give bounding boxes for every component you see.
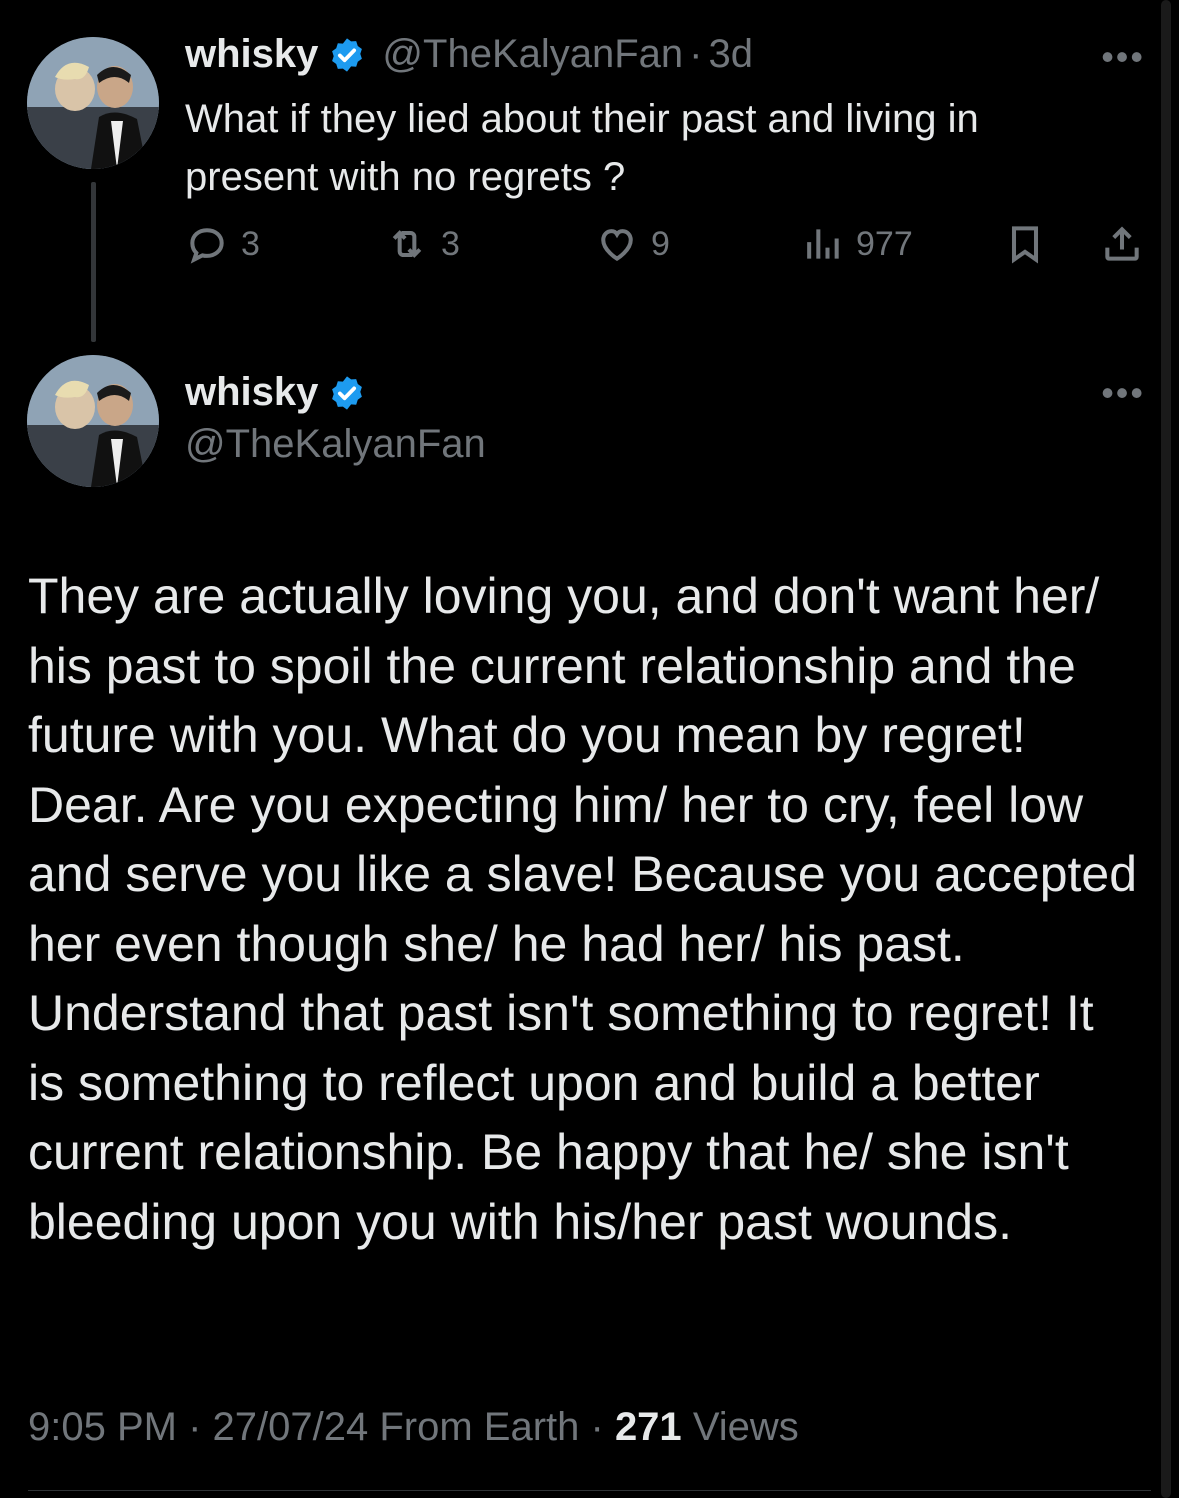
separator-dot: · (689, 32, 703, 76)
bookmark-button[interactable] (1003, 222, 1047, 266)
thread-connector-line (91, 182, 96, 342)
display-name[interactable]: whisky (185, 32, 318, 77)
verified-badge-icon (332, 37, 363, 72)
avatar[interactable] (27, 37, 159, 169)
bookmark-icon (1011, 226, 1039, 264)
reply-count: 3 (241, 224, 260, 263)
scrollbar[interactable] (1161, 0, 1171, 1498)
retweet-icon (392, 230, 422, 258)
verified-badge-icon (332, 375, 363, 410)
display-name[interactable]: whisky (185, 370, 318, 415)
tweet-time[interactable]: 3d (709, 32, 754, 77)
retweet-button[interactable]: 3 (385, 222, 460, 266)
retweet-count: 3 (441, 224, 460, 263)
main-tweet-header: whisky (185, 370, 366, 415)
parent-tweet-text: What if they lied about their past and l… (185, 97, 979, 199)
views-count: 977 (856, 224, 913, 263)
divider (28, 1490, 1151, 1491)
more-icon[interactable]: ••• (1101, 36, 1145, 78)
like-icon (601, 229, 633, 262)
like-count: 9 (651, 224, 670, 263)
avatar-image (27, 355, 159, 487)
views-button[interactable]: 977 (800, 222, 913, 266)
views-icon (807, 229, 839, 259)
tweet-timestamp[interactable]: 9:05 PM · 27/07/24 From Earth · (28, 1405, 604, 1449)
tweet-actions-bar: 3 3 9 977 (185, 222, 1150, 282)
reply-icon (190, 228, 224, 264)
main-tweet-text: They are actually loving you, and don't … (28, 568, 1138, 1250)
tweet-meta: 9:05 PM · 27/07/24 From Earth · 271 View… (28, 1405, 799, 1450)
views-count: 271 (614, 1405, 682, 1449)
share-icon (1105, 226, 1139, 261)
views-label: Views (692, 1405, 799, 1449)
share-button[interactable] (1100, 222, 1144, 266)
avatar[interactable] (27, 355, 159, 487)
like-button[interactable]: 9 (595, 222, 670, 266)
more-icon[interactable]: ••• (1101, 372, 1145, 414)
user-handle[interactable]: @TheKalyanFan (382, 32, 683, 77)
reply-button[interactable]: 3 (185, 222, 260, 266)
parent-tweet-header: whisky @TheKalyanFan · 3d (185, 32, 753, 77)
avatar-image (27, 37, 159, 169)
user-handle[interactable]: @TheKalyanFan (185, 422, 486, 467)
